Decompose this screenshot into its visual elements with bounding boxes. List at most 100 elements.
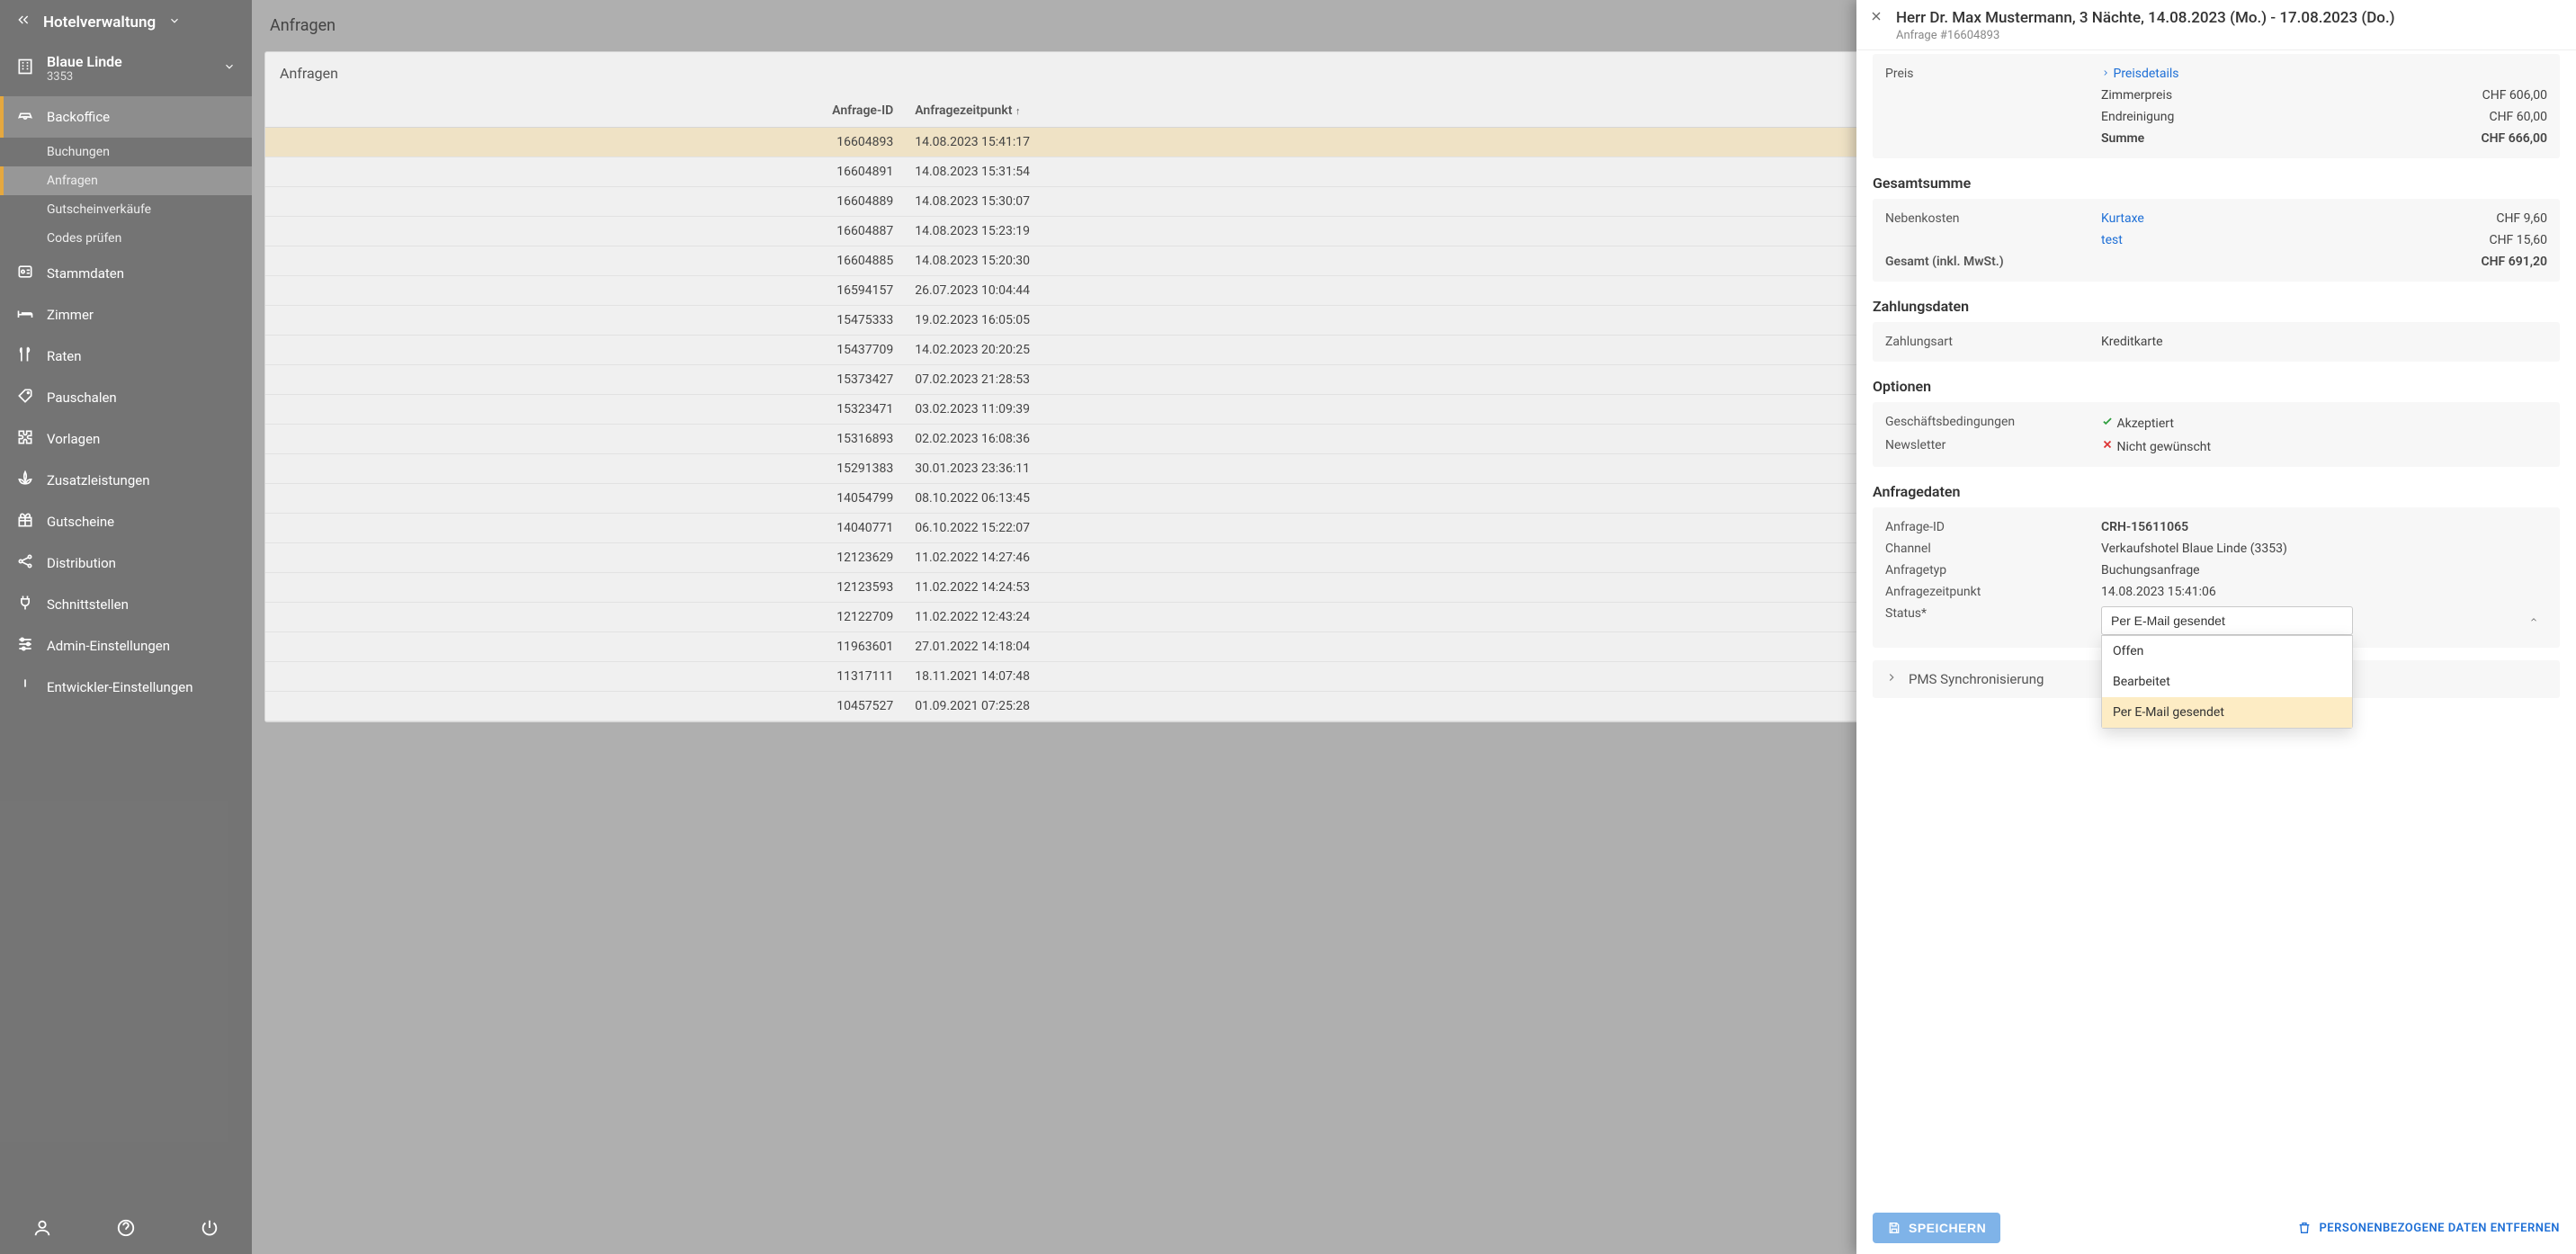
kurtaxe-value: CHF 9,60	[2496, 211, 2547, 226]
terms-value: Akzeptiert	[2116, 417, 2173, 431]
hotel-selector[interactable]: Blaue Linde 3353	[0, 44, 252, 96]
terms-label: Geschäftsbedingungen	[1885, 415, 2101, 431]
sidebar-sub-buchungen[interactable]: Buchungen	[0, 138, 252, 166]
kurtaxe-link[interactable]: Kurtaxe	[2101, 211, 2144, 226]
delete-personal-data-button[interactable]: PERSONENBEZOGENE DATEN ENTFERNEN	[2297, 1221, 2560, 1235]
price-details-link[interactable]: Preisdetails	[2113, 67, 2178, 81]
price-label: Preis	[1885, 67, 2101, 81]
col-id[interactable]: Anfrage-ID	[265, 94, 904, 128]
gift-icon	[16, 511, 34, 533]
reqtype-value: Buchungsanfrage	[2101, 563, 2547, 578]
sidebar-item-label: Zusatzleistungen	[47, 472, 149, 488]
chevron-right-icon	[2101, 67, 2110, 81]
status-field: Offen Bearbeitet Per E-Mail gesendet	[2101, 606, 2547, 635]
drawer-subtitle: Anfrage #16604893	[1896, 29, 2395, 42]
collapse-sidebar-icon[interactable]	[16, 13, 31, 31]
sidebar-item-label: Backoffice	[47, 109, 110, 125]
sidebar-item-vorlagen[interactable]: Vorlagen	[0, 418, 252, 460]
cell-timestamp: 14.08.2023 15:20:30	[904, 246, 1957, 276]
close-button[interactable]	[1869, 9, 1883, 27]
cell-timestamp: 19.02.2023 16:05:05	[904, 306, 1957, 336]
detail-drawer: Herr Dr. Max Mustermann, 3 Nächte, 14.08…	[1856, 0, 2576, 1254]
payment-method-label: Zahlungsart	[1885, 335, 2101, 349]
chevron-down-icon[interactable]	[168, 13, 181, 31]
drawer-title: Herr Dr. Max Mustermann, 3 Nächte, 14.08…	[1896, 9, 2395, 27]
check-icon	[2101, 417, 2114, 431]
test-value: CHF 15,60	[2489, 233, 2547, 247]
reqtype-label: Anfragetyp	[1885, 563, 2101, 578]
payment-heading: Zahlungsdaten	[1873, 298, 2560, 315]
sidebar-item-label: Admin-Einstellungen	[47, 638, 170, 654]
sidebar-item-distribution[interactable]: Distribution	[0, 542, 252, 584]
sidebar-item-label: Raten	[47, 348, 82, 364]
sidebar-item-developer[interactable]: Entwickler-Einstellungen	[0, 667, 252, 708]
pms-sync-label: PMS Synchronisierung	[1909, 671, 2044, 687]
sidebar-item-label: Gutscheine	[47, 514, 114, 530]
status-option-email[interactable]: Per E-Mail gesendet	[2102, 697, 2352, 728]
status-label: Status*	[1885, 606, 2101, 635]
cell-timestamp: 18.11.2021 14:07:48	[904, 662, 1957, 692]
chevron-right-icon	[1885, 671, 1898, 687]
total-heading: Gesamtsumme	[1873, 175, 2560, 192]
sidebar-sub-codes[interactable]: Codes prüfen	[0, 224, 252, 253]
user-icon[interactable]	[32, 1218, 52, 1241]
total-section: Gesamtsumme Nebenkosten Kurtaxe CHF 9,60…	[1873, 175, 2560, 282]
options-heading: Optionen	[1873, 378, 2560, 395]
channel-label: Channel	[1885, 542, 2101, 556]
delete-label: PERSONENBEZOGENE DATEN ENTFERNEN	[2319, 1222, 2560, 1235]
status-option-bearbeitet[interactable]: Bearbeitet	[2102, 667, 2352, 697]
cell-id: 16594157	[265, 276, 904, 306]
requestdata-section: Anfragedaten Anfrage-IDCRH-15611065 Chan…	[1873, 483, 2560, 648]
requestdata-heading: Anfragedaten	[1873, 483, 2560, 500]
sidebar-item-schnittstellen[interactable]: Schnittstellen	[0, 584, 252, 625]
col-timestamp[interactable]: Anfragezeitpunkt ↑	[904, 94, 1957, 128]
drawer-body: Preis Preisdetails ZimmerpreisCHF 606,00…	[1856, 50, 2576, 1202]
sidebar-item-stammdaten[interactable]: Stammdaten	[0, 253, 252, 294]
sidebar-header[interactable]: Hotelverwaltung	[0, 0, 252, 44]
status-dropdown: Offen Bearbeitet Per E-Mail gesendet	[2101, 635, 2353, 729]
save-label: SPEICHERN	[1909, 1221, 1986, 1235]
help-icon[interactable]	[116, 1218, 136, 1241]
sum-label: Summe	[2101, 131, 2481, 146]
id-icon	[16, 263, 34, 284]
chevron-down-icon[interactable]	[223, 60, 236, 76]
grand-total-label: Gesamt (inkl. MwSt.)	[1885, 255, 2101, 269]
sidebar-item-backoffice[interactable]: Backoffice	[0, 96, 252, 138]
sidebar-item-label: Distribution	[47, 555, 116, 571]
bed-icon	[16, 304, 34, 326]
hotel-code: 3353	[47, 70, 210, 84]
cell-id: 15373427	[265, 365, 904, 395]
cell-timestamp: 11.02.2022 12:43:24	[904, 603, 1957, 632]
sidebar-item-gutscheine[interactable]: Gutscheine	[0, 501, 252, 542]
cell-timestamp: 30.01.2023 23:36:11	[904, 454, 1957, 484]
share-icon	[16, 552, 34, 574]
sidebar-item-pauschalen[interactable]: Pauschalen	[0, 377, 252, 418]
cell-id: 16604893	[265, 128, 904, 157]
extras-label: Nebenkosten	[1885, 211, 2101, 226]
sidebar-item-zusatzleistungen[interactable]: Zusatzleistungen	[0, 460, 252, 501]
cell-timestamp: 27.01.2022 14:18:04	[904, 632, 1957, 662]
sidebar-item-label: Pauschalen	[47, 390, 117, 406]
status-input[interactable]	[2101, 606, 2353, 635]
room-price-value: CHF 606,00	[2482, 88, 2547, 103]
sidebar-item-zimmer[interactable]: Zimmer	[0, 294, 252, 336]
cell-id: 16604891	[265, 157, 904, 187]
sort-asc-icon: ↑	[1015, 105, 1021, 117]
sidebar-item-raten[interactable]: Raten	[0, 336, 252, 377]
cell-timestamp: 07.02.2023 21:28:53	[904, 365, 1957, 395]
test-link[interactable]: test	[2101, 233, 2123, 247]
status-option-offen[interactable]: Offen	[2102, 636, 2352, 667]
caret-up-icon[interactable]	[2529, 614, 2538, 628]
cell-timestamp: 01.09.2021 07:25:28	[904, 692, 1957, 721]
cell-id: 12123629	[265, 543, 904, 573]
sidebar-item-admin[interactable]: Admin-Einstellungen	[0, 625, 252, 667]
sidebar-sub-anfragen[interactable]: Anfragen	[0, 166, 252, 195]
cell-id: 15437709	[265, 336, 904, 365]
sidebar-sub-gutscheinverkaeufe[interactable]: Gutscheinverkäufe	[0, 195, 252, 224]
save-button[interactable]: SPEICHERN	[1873, 1213, 2000, 1243]
cell-timestamp: 06.10.2022 15:22:07	[904, 514, 1957, 543]
reqts-label: Anfragezeitpunkt	[1885, 585, 2101, 599]
options-section: Optionen Geschäftsbedingungen Akzeptiert…	[1873, 378, 2560, 467]
req-id-label: Anfrage-ID	[1885, 520, 2101, 534]
power-icon[interactable]	[200, 1218, 219, 1241]
